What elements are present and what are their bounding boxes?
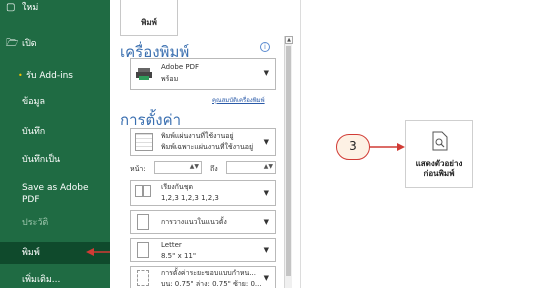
collate-line1: เรียงกันชุด bbox=[161, 183, 193, 191]
sidebar-item-new[interactable]: ▢ ใหม่ bbox=[0, 2, 110, 14]
scroll-up-icon[interactable]: ▲ bbox=[285, 36, 293, 44]
margins-line1: การตั้งค่าระยะขอบแบบกำหน... bbox=[161, 269, 256, 277]
callout-3-arrow bbox=[369, 143, 405, 151]
preview-label-line2: ก่อนพิมพ์ bbox=[423, 169, 455, 178]
sidebar-item-open[interactable]: 🗁 เปิด bbox=[0, 38, 110, 50]
sidebar-item-more[interactable]: เพิ่มเติม... bbox=[0, 274, 110, 286]
margins-line2: บน: 0.75" ล่าง: 0.75" ซ้าย: 0... bbox=[161, 280, 262, 288]
sheet-icon bbox=[135, 133, 153, 151]
print-preview-icon bbox=[432, 131, 448, 151]
paper-size-line2: 8.5" x 11" bbox=[161, 252, 197, 260]
spinner-arrows-icon: ▲▼ bbox=[189, 163, 199, 170]
print-settings-panel: พิมพ์ เครื่องพิมพ์ i Adobe PDF พร้อม ▼ ค… bbox=[110, 0, 300, 288]
preview-label: แสดงตัวอย่าง ก่อนพิมพ์ bbox=[406, 159, 472, 179]
printer-status: พร้อม bbox=[161, 75, 179, 83]
collate-line2: 1,2,3 1,2,3 1,2,3 bbox=[161, 194, 219, 202]
print-what-dropdown[interactable]: พิมพ์แผ่นงานที่ใช้งานอยู่ พิมพ์เฉพาะแผ่น… bbox=[130, 128, 276, 156]
sidebar-item-label: เปิด bbox=[22, 39, 37, 49]
pages-to-spinner[interactable]: ▲▼ bbox=[226, 161, 276, 174]
sidebar-item-label: บันทึก bbox=[22, 127, 46, 137]
backstage-sidebar: ▢ ใหม่ 🗁 เปิด • รับ Add-ins ข้อมูล บันทึ… bbox=[0, 0, 110, 288]
sidebar-item-label: รับ Add-ins bbox=[26, 71, 73, 81]
dot-icon: • bbox=[18, 71, 23, 80]
sidebar-item-label: ข้อมูล bbox=[22, 97, 46, 107]
sidebar-item-label: เพิ่มเติม... bbox=[22, 275, 61, 285]
settings-scrollbar[interactable]: ▲ bbox=[284, 36, 293, 288]
pages-from-spinner[interactable]: ▲▼ bbox=[154, 161, 202, 174]
sidebar-item-save-as-adobe-pdf[interactable]: Save as Adobe PDF bbox=[0, 182, 100, 206]
sidebar-item-label: บันทึกเป็น bbox=[22, 155, 61, 165]
sidebar-item-save-as[interactable]: บันทึกเป็น bbox=[0, 154, 110, 166]
collate-icon bbox=[135, 185, 143, 197]
sidebar-item-label: ใหม่ bbox=[22, 3, 39, 13]
chevron-down-icon: ▼ bbox=[263, 274, 269, 282]
printer-properties-link[interactable]: คุณสมบัติเครื่องพิมพ์ bbox=[212, 95, 265, 105]
sidebar-item-label: ประวัติ bbox=[22, 218, 49, 228]
chevron-down-icon: ▼ bbox=[263, 246, 269, 254]
collate-icon-2 bbox=[143, 185, 151, 197]
chevron-down-icon: ▼ bbox=[263, 138, 269, 146]
panel-divider bbox=[300, 0, 301, 288]
backstage-print-view: ▢ ใหม่ 🗁 เปิด • รับ Add-ins ข้อมูล บันทึ… bbox=[0, 0, 554, 288]
sidebar-item-save[interactable]: บันทึก bbox=[0, 126, 110, 138]
paper-size-dropdown[interactable]: Letter 8.5" x 11" ▼ bbox=[130, 238, 276, 262]
info-icon[interactable]: i bbox=[260, 42, 270, 52]
sidebar-item-history[interactable]: ประวัติ bbox=[0, 217, 110, 229]
paper-size-line1: Letter bbox=[161, 241, 182, 249]
orientation-dropdown[interactable]: การวางแนวในแนวตั้ง ▼ bbox=[130, 210, 276, 234]
sidebar-item-info[interactable]: ข้อมูล bbox=[0, 96, 110, 108]
callout-3: 3 bbox=[336, 134, 370, 160]
folder-icon: 🗁 bbox=[6, 38, 19, 49]
collate-dropdown[interactable]: เรียงกันชุด 1,2,3 1,2,3 1,2,3 ▼ bbox=[130, 180, 276, 206]
preview-label-line1: แสดงตัวอย่าง bbox=[415, 159, 463, 168]
to-label: ถึง bbox=[210, 165, 218, 173]
margins-dropdown[interactable]: การตั้งค่าระยะขอบแบบกำหน... บน: 0.75" ล่… bbox=[130, 266, 276, 288]
chevron-down-icon: ▼ bbox=[263, 189, 269, 197]
printer-dropdown[interactable]: Adobe PDF พร้อม ▼ bbox=[130, 58, 276, 90]
print-what-line1: พิมพ์แผ่นงานที่ใช้งานอยู่ bbox=[161, 132, 234, 140]
chevron-down-icon: ▼ bbox=[263, 218, 269, 226]
show-print-preview-button[interactable]: แสดงตัวอย่าง ก่อนพิมพ์ bbox=[405, 120, 473, 188]
printer-icon bbox=[136, 68, 152, 80]
sidebar-item-get-addins[interactable]: • รับ Add-ins bbox=[0, 70, 110, 82]
portrait-icon bbox=[137, 214, 149, 230]
print-what-line2: พิมพ์เฉพาะแผ่นงานที่ใช้งานอยู่ bbox=[161, 143, 254, 151]
spinner-arrows-icon: ▲▼ bbox=[263, 163, 273, 170]
margins-icon bbox=[137, 270, 149, 286]
chevron-down-icon: ▼ bbox=[263, 69, 269, 77]
scroll-thumb[interactable] bbox=[286, 46, 291, 276]
printer-name: Adobe PDF bbox=[161, 63, 200, 71]
orientation-label: การวางแนวในแนวตั้ง bbox=[161, 218, 227, 226]
sidebar-item-label: พิมพ์ bbox=[22, 248, 40, 258]
print-button-label: พิมพ์ bbox=[141, 18, 157, 27]
print-button[interactable]: พิมพ์ bbox=[120, 0, 178, 36]
sidebar-item-label: Save as Adobe PDF bbox=[22, 183, 89, 205]
pages-label: หน้า: bbox=[130, 165, 146, 173]
new-icon: ▢ bbox=[6, 2, 16, 13]
paper-icon bbox=[137, 242, 149, 258]
